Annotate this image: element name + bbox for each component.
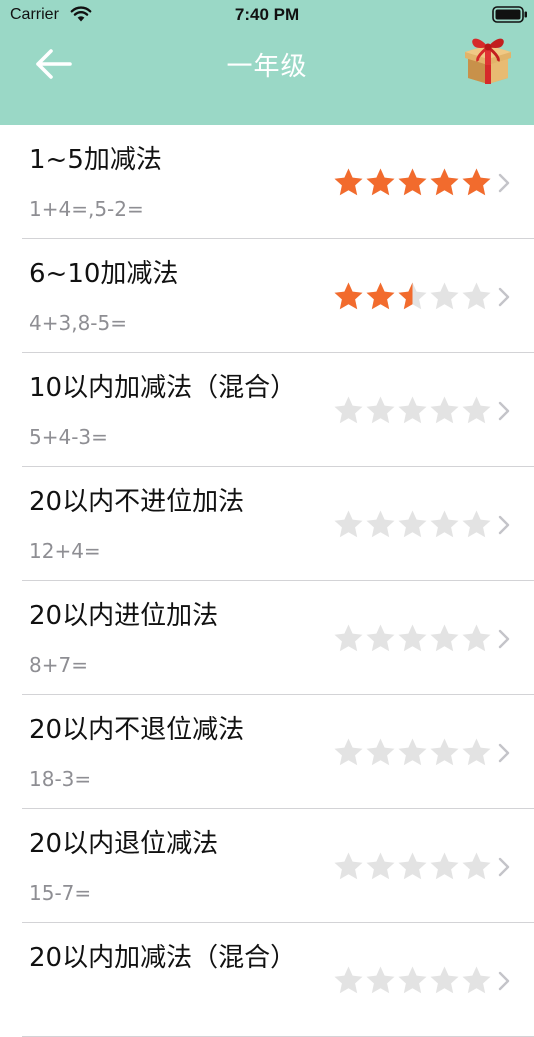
- gift-box-icon: [465, 38, 511, 84]
- star-icon: [397, 509, 428, 541]
- battery-icon: [492, 6, 527, 23]
- star-rating: [333, 395, 493, 427]
- lesson-row-5[interactable]: 20以内进位加法 8+7=: [0, 581, 534, 695]
- star-icon: [333, 623, 364, 655]
- star-icon: [365, 623, 396, 655]
- star-icon: [333, 965, 364, 997]
- star-icon: [397, 965, 428, 997]
- star-icon: [365, 737, 396, 769]
- star-icon: [461, 623, 492, 655]
- lesson-sample-problem: 18-3=: [29, 767, 92, 791]
- star-icon: [333, 395, 364, 427]
- star-icon: [429, 167, 460, 199]
- star-icon: [333, 167, 364, 199]
- star-icon: [429, 965, 460, 997]
- header: Carrier 7:40 PM 一年级: [0, 0, 534, 125]
- lesson-title: 20以内不退位减法: [29, 715, 245, 745]
- lesson-title: 10以内加减法（混合）: [29, 373, 297, 403]
- star-icon: [333, 281, 364, 313]
- star-icon: [365, 965, 396, 997]
- star-icon: [461, 509, 492, 541]
- lesson-sample-problem: 4+3,8-5=: [29, 311, 127, 335]
- lesson-row-7[interactable]: 20以内退位减法 15-7=: [0, 809, 534, 923]
- lesson-sample-problem: 1+4=,5-2=: [29, 197, 144, 221]
- lesson-row-2[interactable]: 6~10加减法 4+3,8-5=: [0, 239, 534, 353]
- gift-button[interactable]: [460, 30, 516, 86]
- lesson-sample-problem: 8+7=: [29, 653, 88, 677]
- lesson-row-1[interactable]: 1~5加减法 1+4=,5-2=: [0, 125, 534, 239]
- status-time: 7:40 PM: [234, 5, 300, 24]
- star-rating: [333, 281, 493, 313]
- star-icon: [429, 851, 460, 883]
- star-icon: [429, 623, 460, 655]
- star-icon: [429, 737, 460, 769]
- star-icon: [429, 395, 460, 427]
- page-title: 一年级: [226, 52, 308, 82]
- lesson-title: 20以内不进位加法: [29, 487, 245, 517]
- chevron-right-icon: [498, 857, 510, 877]
- lesson-row-6[interactable]: 20以内不退位减法 18-3=: [0, 695, 534, 809]
- chevron-right-icon: [498, 287, 510, 307]
- chevron-right-icon: [498, 629, 510, 649]
- star-rating: [333, 509, 493, 541]
- navigation-bar: 一年级: [0, 30, 534, 125]
- lesson-sample-problem: 12+4=: [29, 539, 101, 563]
- star-icon: [365, 851, 396, 883]
- star-icon: [429, 281, 460, 313]
- chevron-right-icon: [498, 401, 510, 421]
- chevron-right-icon: [498, 743, 510, 763]
- chevron-right-icon: [498, 515, 510, 535]
- lesson-row-3[interactable]: 10以内加减法（混合） 5+4-3=: [0, 353, 534, 467]
- star-icon: [397, 395, 428, 427]
- star-rating: [333, 965, 493, 997]
- star-icon: [365, 281, 396, 313]
- star-icon: [365, 509, 396, 541]
- star-icon: [333, 509, 364, 541]
- star-rating: [333, 167, 493, 199]
- star-icon: [365, 395, 396, 427]
- star-icon: [333, 737, 364, 769]
- lesson-row-4[interactable]: 20以内不进位加法 12+4=: [0, 467, 534, 581]
- star-icon: [461, 281, 492, 313]
- star-icon: [461, 167, 492, 199]
- lesson-title: 1~5加减法: [29, 145, 162, 175]
- star-icon: [461, 965, 492, 997]
- star-rating: [333, 623, 493, 655]
- lesson-sample-problem: 5+4-3=: [29, 425, 108, 449]
- lesson-row-8[interactable]: 20以内加减法（混合）: [0, 923, 534, 1037]
- star-icon: [365, 167, 396, 199]
- star-icon: [429, 509, 460, 541]
- lesson-title: 6~10加减法: [29, 259, 179, 289]
- star-icon: [397, 623, 428, 655]
- star-icon: [461, 851, 492, 883]
- star-icon: [461, 395, 492, 427]
- chevron-right-icon: [498, 173, 510, 193]
- chevron-right-icon: [498, 971, 510, 991]
- lesson-title: 20以内加减法（混合）: [29, 943, 297, 973]
- star-rating: [333, 851, 493, 883]
- lesson-title: 20以内退位减法: [29, 829, 219, 859]
- star-rating: [333, 737, 493, 769]
- star-icon: [397, 737, 428, 769]
- lesson-title: 20以内进位加法: [29, 601, 219, 631]
- star-icon: [397, 851, 428, 883]
- star-icon: [397, 281, 428, 313]
- star-icon: [333, 851, 364, 883]
- status-bar: Carrier 7:40 PM: [0, 0, 534, 30]
- star-icon: [461, 737, 492, 769]
- lesson-sample-problem: 15-7=: [29, 881, 92, 905]
- lesson-list: 1~5加减法 1+4=,5-2= 6~10加减法 4+3,8-5= 10以内加减…: [0, 125, 534, 1037]
- star-icon: [397, 167, 428, 199]
